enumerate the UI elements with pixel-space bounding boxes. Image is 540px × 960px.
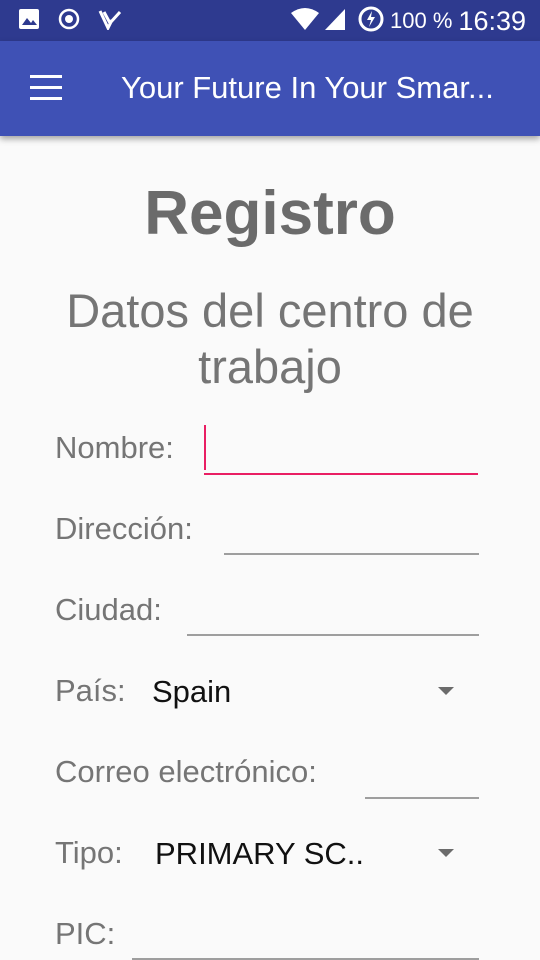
status-bar: 100 % 16:39 <box>0 0 540 41</box>
app-bar: Your Future In Your Smar... <box>0 41 540 136</box>
image-icon <box>18 8 40 35</box>
nombre-label: Nombre: <box>55 430 174 465</box>
nombre-input[interactable] <box>210 428 479 474</box>
hamburger-menu-icon[interactable] <box>30 75 64 101</box>
tipo-label: Tipo: <box>55 835 123 870</box>
direccion-input[interactable] <box>225 509 481 555</box>
app-title: Your Future In Your Smar... <box>121 70 494 105</box>
wifi-icon <box>290 7 320 36</box>
check-icon <box>98 8 122 35</box>
status-left-icons <box>18 8 122 35</box>
chevron-down-icon <box>438 849 454 857</box>
signal-icon <box>324 7 346 36</box>
pais-selected-value: Spain <box>152 674 232 709</box>
correo-label: Correo electrónico: <box>55 754 317 789</box>
correo-field-underline <box>365 797 479 799</box>
battery-percent: 100 % <box>390 8 453 33</box>
direccion-label: Dirección: <box>55 511 193 546</box>
ciudad-label: Ciudad: <box>55 592 162 627</box>
pic-input[interactable] <box>133 914 481 960</box>
tipo-dropdown[interactable]: PRIMARY SC.. <box>143 822 480 884</box>
battery-icon <box>358 6 384 37</box>
chevron-down-icon <box>438 687 454 695</box>
ciudad-input[interactable] <box>188 590 481 636</box>
text-cursor <box>204 425 206 470</box>
status-time: 16:39 <box>458 5 526 36</box>
tipo-selected-value: PRIMARY SC.. <box>155 836 365 871</box>
pic-label: PIC: <box>55 916 116 951</box>
record-icon <box>58 8 80 35</box>
correo-input[interactable] <box>366 752 481 798</box>
page-subtitle: Datos del centro de trabajo <box>66 284 474 393</box>
nombre-field-underline <box>204 473 478 475</box>
status-right-icons: 100 % 16:39 <box>290 4 526 38</box>
ciudad-field-underline <box>187 634 479 636</box>
pais-label: País: <box>55 673 126 708</box>
pais-dropdown[interactable]: Spain <box>140 660 480 722</box>
page-title: Registro <box>144 179 396 248</box>
direccion-field-underline <box>224 553 479 555</box>
